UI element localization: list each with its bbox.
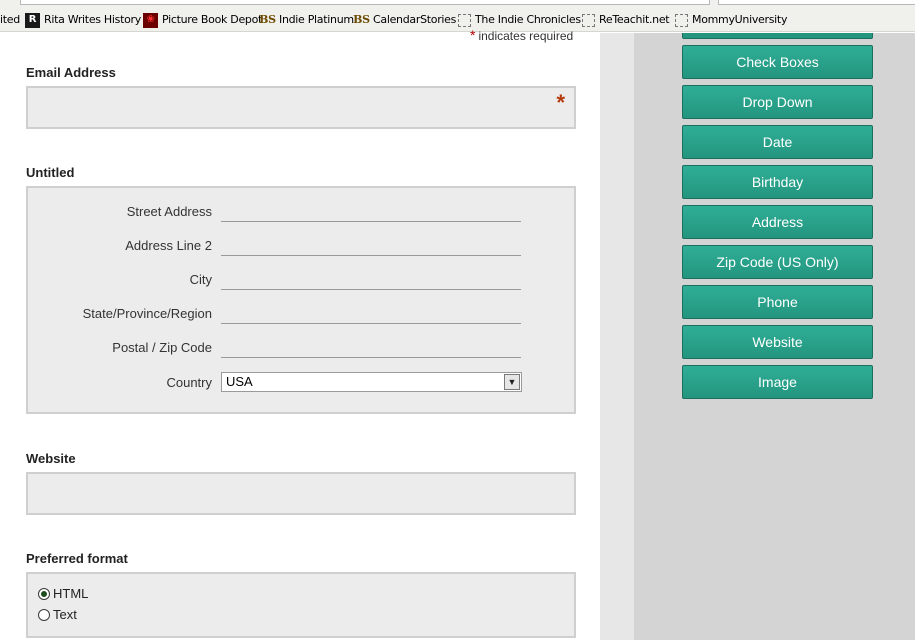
country-row: Country USA ▼ <box>28 372 578 396</box>
blank-page-icon <box>675 13 688 27</box>
picture-book-icon: ❀ <box>143 12 158 28</box>
required-star: * <box>470 27 476 43</box>
bookmark-mommyuniversity[interactable]: MommyUniversity <box>675 12 787 28</box>
bookmark-calendarstories[interactable]: BS CalendarStories <box>353 12 456 28</box>
street-address-input[interactable] <box>221 221 521 222</box>
image-button[interactable]: Image <box>682 365 873 399</box>
phone-button[interactable]: Phone <box>682 285 873 319</box>
bookmarks-bar: ited R Rita Writes History ❀ Picture Boo… <box>0 0 915 32</box>
city-label: City <box>189 272 212 287</box>
state-row: State/Province/Region <box>28 303 578 327</box>
format-option-html[interactable]: HTML <box>38 586 88 601</box>
bs-icon: BS <box>259 13 276 26</box>
form-preview: * indicates required Email Address * Unti… <box>0 27 600 640</box>
radio-selected[interactable] <box>38 587 50 600</box>
date-button[interactable]: Date <box>682 125 873 159</box>
address-button[interactable]: Address <box>682 205 873 239</box>
address-group-label: Untitled <box>26 165 75 180</box>
zip-input[interactable] <box>221 357 521 358</box>
required-star: * <box>556 90 565 115</box>
blank-page-icon <box>582 13 595 27</box>
zip-label: Postal / Zip Code <box>112 340 212 355</box>
bookmark-partial[interactable]: ited <box>0 12 20 28</box>
country-label: Country <box>166 375 212 390</box>
scroll-gutter <box>600 33 634 640</box>
bookmark-reteachit[interactable]: ReTeachit.net <box>582 12 670 28</box>
bookmark-picture-book-depot[interactable]: ❀ Picture Book Depot <box>143 12 262 28</box>
email-label: Email Address <box>26 65 116 80</box>
address-line-2-row: Address Line 2 <box>28 235 578 259</box>
email-field[interactable]: * <box>26 86 576 129</box>
format-label: Preferred format <box>26 551 128 566</box>
field-button-partial[interactable] <box>682 33 873 39</box>
city-input[interactable] <box>221 289 521 290</box>
radio-unselected[interactable] <box>38 608 50 621</box>
website-button[interactable]: Website <box>682 325 873 359</box>
bookmark-rita-writes-history[interactable]: R Rita Writes History <box>25 12 141 28</box>
bookmark-indie-platinum[interactable]: BS Indie Platinum <box>259 12 354 28</box>
bs-icon: BS <box>353 13 370 26</box>
state-input[interactable] <box>221 323 521 324</box>
field-palette: Check Boxes Drop Down Date Birthday Addr… <box>634 33 915 640</box>
zip-row: Postal / Zip Code <box>28 337 578 361</box>
search-bar-edge <box>718 0 915 5</box>
bookmark-the-indie-chronicles[interactable]: The Indie Chronicles <box>458 12 581 28</box>
rita-icon: R <box>25 12 40 28</box>
country-select[interactable]: USA ▼ <box>221 372 522 392</box>
state-label: State/Province/Region <box>82 306 212 321</box>
street-address-row: Street Address <box>28 201 578 225</box>
format-group: HTML Text <box>26 572 576 638</box>
zip-code-button[interactable]: Zip Code (US Only) <box>682 245 873 279</box>
drop-down-button[interactable]: Drop Down <box>682 85 873 119</box>
city-row: City <box>28 269 578 293</box>
birthday-button[interactable]: Birthday <box>682 165 873 199</box>
street-address-label: Street Address <box>126 204 212 219</box>
blank-page-icon <box>458 13 471 27</box>
website-label: Website <box>26 451 76 466</box>
chevron-down-icon[interactable]: ▼ <box>504 374 520 390</box>
check-boxes-button[interactable]: Check Boxes <box>682 45 873 79</box>
address-bar-edge <box>20 0 710 5</box>
address-line-2-input[interactable] <box>221 255 521 256</box>
required-note: * indicates required <box>470 27 574 43</box>
format-option-text[interactable]: Text <box>38 607 77 622</box>
address-group: Street Address Address Line 2 City State… <box>26 186 576 414</box>
website-field[interactable] <box>26 472 576 515</box>
address-line-2-label: Address Line 2 <box>125 238 212 253</box>
